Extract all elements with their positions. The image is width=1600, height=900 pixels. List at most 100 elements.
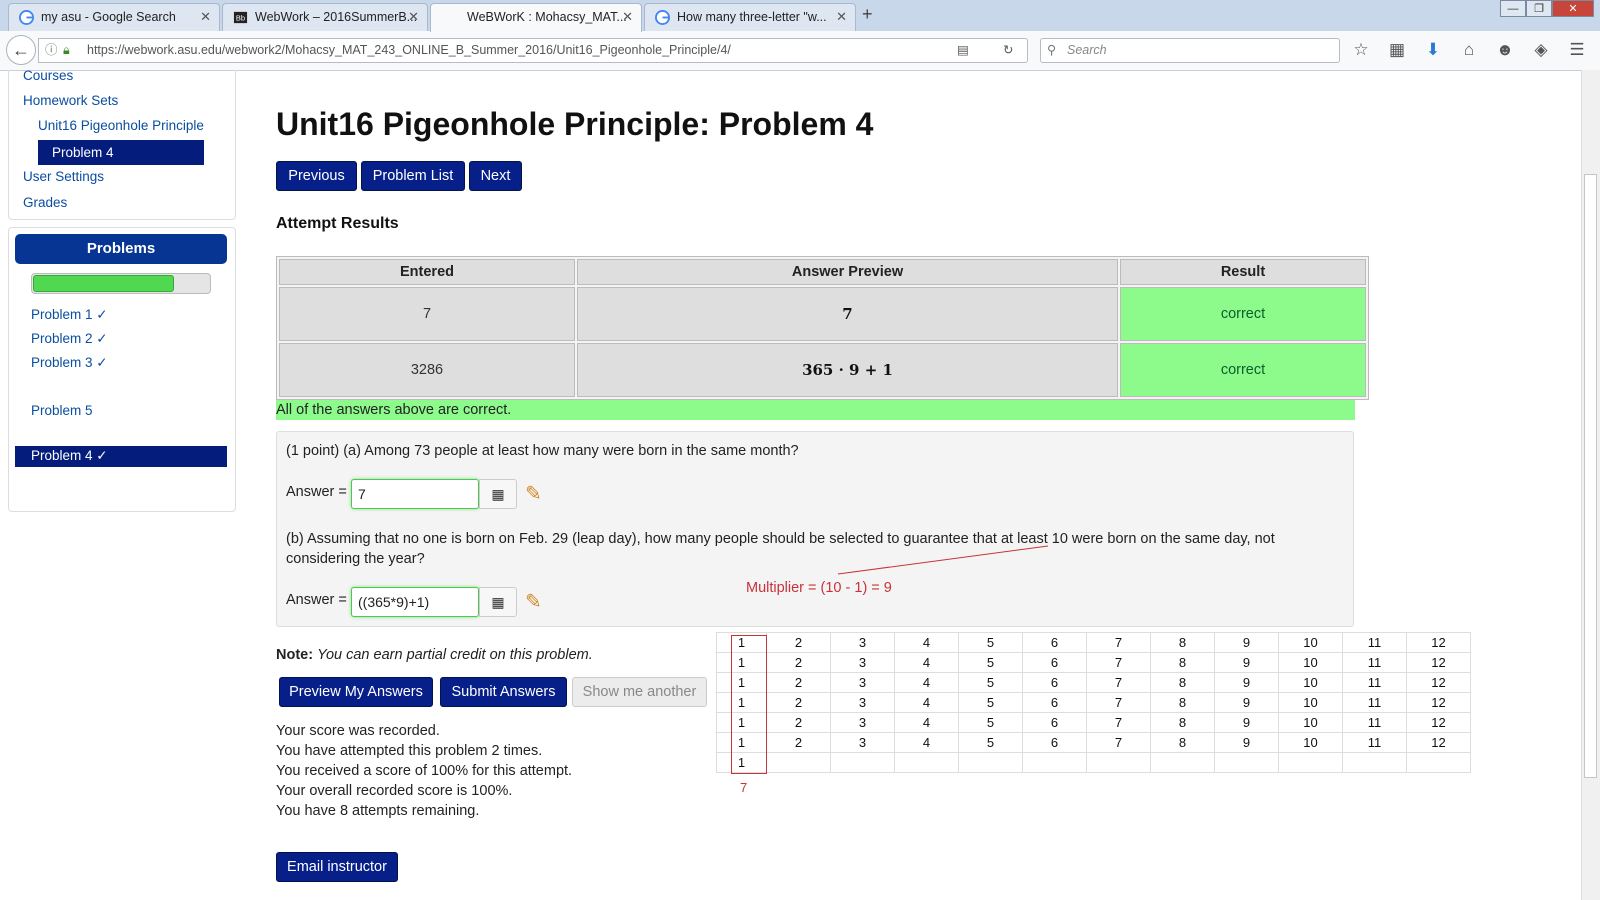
grid-row: 1 2 3 4 5 6 7 8 9 10 11 12	[716, 672, 1471, 693]
grid-cell: 11	[1342, 632, 1407, 653]
table-row: 3286 365 · 9 + 1 correct	[279, 343, 1366, 397]
results-table: Entered Answer Preview Result 7 7 correc…	[276, 256, 1369, 400]
tab-webwork-blackboard[interactable]: Bb WebWork – 2016SummerB... ✕	[222, 3, 428, 31]
new-tab-icon[interactable]: +	[862, 4, 873, 25]
problem-link-4-label: Problem 4 ✓	[31, 448, 108, 463]
info-icon[interactable]: ⓘ	[45, 39, 58, 62]
download-icon[interactable]: ⬇	[1422, 40, 1444, 60]
problem-link-1[interactable]: Problem 1 ✓	[31, 307, 108, 323]
back-arrow-icon[interactable]: ←	[6, 35, 36, 65]
window-close-icon[interactable]: ✕	[1552, 0, 1594, 17]
google-icon	[19, 10, 34, 25]
grid-cell: 6	[1022, 692, 1087, 713]
bookmark-star-icon[interactable]: ☆	[1350, 40, 1372, 60]
previous-button[interactable]: Previous	[276, 161, 357, 191]
window-controls: — ❐ ✕	[1500, 0, 1594, 18]
problem-link-4-active[interactable]: Problem 4 ✓	[15, 446, 227, 467]
grid-cell: 11	[1342, 712, 1407, 733]
pocket-icon[interactable]: ◈	[1530, 40, 1552, 60]
preview-cell: 365 · 9 + 1	[577, 343, 1118, 397]
status-line: You have 8 attempts remaining.	[276, 803, 480, 819]
grid-cell: 2	[766, 652, 831, 673]
next-button[interactable]: Next	[469, 161, 522, 191]
submit-answers-button[interactable]: Submit Answers	[440, 677, 567, 707]
grid-row: 1	[716, 752, 1471, 773]
grid-cell: 6	[1022, 652, 1087, 673]
grid-cell	[830, 752, 895, 773]
reader-view-icon[interactable]: ▤	[957, 39, 969, 62]
grid-cell: 6	[1022, 632, 1087, 653]
chat-icon[interactable]: ☻	[1494, 40, 1516, 60]
tab-title: How many three-letter "w...	[677, 10, 827, 24]
nav-user-settings[interactable]: User Settings	[23, 169, 104, 184]
tab-google-search[interactable]: my asu - Google Search ✕	[8, 3, 220, 31]
close-icon[interactable]: ✕	[200, 4, 211, 30]
tab-google-question[interactable]: How many three-letter "w... ✕	[644, 3, 856, 31]
grid-cell: 7	[1086, 632, 1151, 653]
email-instructor-button[interactable]: Email instructor	[276, 852, 398, 882]
equation-grid-icon[interactable]: ▦	[479, 587, 517, 617]
url-text: https://webwork.asu.edu/webwork2/Mohacsy…	[87, 43, 731, 57]
answer-input-b[interactable]: ((365*9)+1)	[351, 587, 479, 617]
close-icon[interactable]: ✕	[622, 4, 633, 30]
grid-cell: 4	[894, 732, 959, 753]
col-header-result: Result	[1120, 259, 1366, 285]
preview-answers-button[interactable]: Preview My Answers	[279, 677, 433, 707]
nav-homework-sets[interactable]: Homework Sets	[23, 93, 118, 108]
grid-row: 1 2 3 4 5 6 7 8 9 10 11 12	[716, 652, 1471, 673]
nav-unit16[interactable]: Unit16 Pigeonhole Principle	[38, 118, 204, 133]
problem-link-3[interactable]: Problem 3 ✓	[31, 355, 108, 371]
bookmarks-list-icon[interactable]: ▦	[1386, 40, 1408, 60]
close-icon[interactable]: ✕	[408, 4, 419, 30]
problem-link-2[interactable]: Problem 2 ✓	[31, 331, 108, 347]
problem-part-b: (b) Assuming that no one is born on Feb.…	[286, 531, 1275, 567]
menu-icon[interactable]: ☰	[1566, 40, 1588, 60]
entered-cell: 3286	[279, 343, 575, 397]
minimize-icon[interactable]: —	[1500, 0, 1526, 17]
grid-cell: 9	[1214, 672, 1279, 693]
grid-cell: 9	[1214, 632, 1279, 653]
nav-grades[interactable]: Grades	[23, 195, 67, 210]
problem-part-a: (1 point) (a) Among 73 people at least h…	[286, 443, 799, 459]
home-icon[interactable]: ⌂	[1458, 40, 1480, 60]
problems-heading: Problems	[15, 234, 227, 264]
search-icon: ⚲	[1047, 43, 1057, 57]
col-header-preview: Answer Preview	[577, 259, 1118, 285]
reload-icon[interactable]: ↻	[1003, 39, 1013, 62]
address-bar[interactable]: ⓘ 🔒︎ https://webwork.asu.edu/webwork2/Mo…	[38, 38, 1028, 63]
grid-row: 1 2 3 4 5 6 7 8 9 10 11 12	[716, 692, 1471, 713]
answer-input-a[interactable]: 7	[351, 479, 479, 509]
equation-grid-icon[interactable]: ▦	[479, 479, 517, 509]
search-input[interactable]: ⚲ Search	[1040, 38, 1340, 63]
close-icon[interactable]: ✕	[836, 4, 847, 30]
grid-cell: 10	[1278, 712, 1343, 733]
grid-cell: 8	[1150, 732, 1215, 753]
pencil-icon[interactable]: ✎	[525, 481, 542, 506]
search-placeholder: Search	[1067, 43, 1107, 57]
grid-cell: 12	[1406, 652, 1471, 673]
grid-cell: 3	[830, 712, 895, 733]
blackboard-icon: Bb	[233, 11, 248, 24]
grid-cell: 3	[830, 652, 895, 673]
nav-courses[interactable]: Courses	[23, 70, 73, 83]
restore-icon[interactable]: ❐	[1526, 0, 1552, 17]
tab-webwork-active[interactable]: WeBWorK : Mohacsy_MAT... ✕	[430, 3, 642, 32]
problem-link-5[interactable]: Problem 5	[31, 403, 93, 418]
answer-label-a: Answer =	[286, 484, 347, 500]
grid-cell: 6	[1022, 712, 1087, 733]
nav-problem-4[interactable]: Problem 4	[38, 140, 204, 165]
vertical-scrollbar[interactable]	[1581, 70, 1600, 900]
partial-credit-note: Note: You can earn partial credit on thi…	[276, 647, 593, 663]
col-header-entered: Entered	[279, 259, 575, 285]
page-content: Courses Homework Sets Unit16 Pigeonhole …	[0, 70, 1582, 900]
tab-title: my asu - Google Search	[41, 10, 176, 24]
pencil-icon[interactable]: ✎	[525, 589, 542, 614]
scrollbar-thumb[interactable]	[1584, 174, 1597, 778]
grid-cell: 8	[1150, 632, 1215, 653]
status-line: You have attempted this problem 2 times.	[276, 743, 543, 759]
grid-cell: 5	[958, 652, 1023, 673]
grid-cell: 5	[958, 692, 1023, 713]
grid-cell: 11	[1342, 672, 1407, 693]
problem-list-button[interactable]: Problem List	[361, 161, 465, 191]
attempt-results-heading: Attempt Results	[276, 215, 399, 232]
